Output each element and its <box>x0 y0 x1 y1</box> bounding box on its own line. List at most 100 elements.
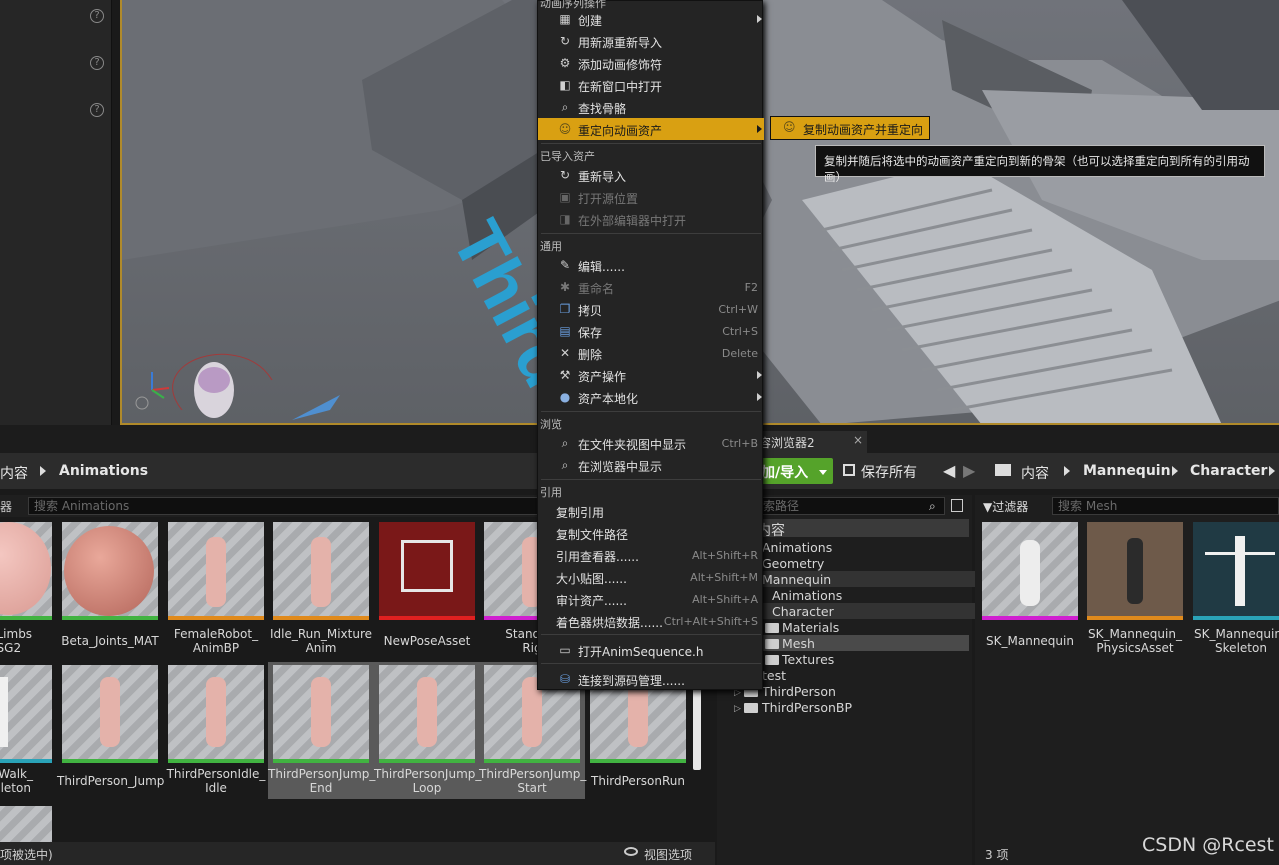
right-toolbar: 加/导入 保存所有 ◀ ▶ 内容 Mannequin Character <box>717 453 1279 489</box>
asset-thumbnail[interactable] <box>168 665 264 763</box>
asset-thumbnail[interactable] <box>168 522 264 620</box>
tree-item[interactable]: Geometry <box>762 556 824 571</box>
tree-item[interactable]: Materials <box>782 620 839 635</box>
menu-item-open-external-editor[interactable]: ◨ 在外部编辑器中打开 <box>538 208 764 230</box>
breadcrumb-arrow-icon[interactable] <box>1172 466 1178 476</box>
menu-item-find-skeleton[interactable]: ⌕ 查找骨骼 <box>538 96 764 118</box>
asset-thumbnail[interactable] <box>379 665 475 763</box>
search-input[interactable]: 搜索 Animations <box>28 497 548 515</box>
menu-item-reference-viewer[interactable]: 引用查看器...... Alt+Shift+R <box>538 544 764 566</box>
save-all-button[interactable]: 保存所有 <box>841 459 931 483</box>
menu-item-rename[interactable]: ✱ 重命名 F2 <box>538 276 764 298</box>
code-icon: ▭ <box>559 643 571 657</box>
asset-label: ThirdPersonRun <box>591 774 685 788</box>
asset-thumbnail[interactable] <box>0 806 52 842</box>
menu-item-reimport-new-source[interactable]: ↻ 用新源重新导入 <box>538 30 764 52</box>
breadcrumb-arrow-icon[interactable] <box>40 466 46 476</box>
tree-item[interactable]: Character <box>772 604 834 619</box>
close-icon[interactable]: × <box>853 433 863 447</box>
breadcrumb-content[interactable]: 内容 <box>0 463 28 483</box>
folder-icon <box>744 703 758 713</box>
menu-item-asset-localization[interactable]: ● 资产本地化 <box>538 386 764 408</box>
asset-label: ng_Walk_Skeleton <box>0 767 33 795</box>
menu-item-size-map[interactable]: 大小贴图...... Alt+Shift+M <box>538 566 764 588</box>
menu-item-save[interactable]: ▤ 保存 Ctrl+S <box>538 320 764 342</box>
help-icon[interactable]: ? <box>90 103 104 117</box>
tooltip: 复制并随后将选中的动画资产重定向到新的骨架（也可以选择重定向到所有的引用动画） <box>815 145 1265 184</box>
menu-item-show-in-browser[interactable]: ⌕ 在浏览器中显示 <box>538 454 764 476</box>
breadcrumb-character[interactable]: Character <box>1190 463 1267 479</box>
tree-item[interactable]: Animations <box>762 540 832 555</box>
tree-item[interactable]: ThirdPerson <box>762 684 836 699</box>
section-label: 已导入资产 <box>540 150 595 163</box>
edit-icon: ✎ <box>559 258 571 272</box>
retarget-icon: ☺ <box>558 122 572 136</box>
asset-thumbnail[interactable] <box>0 522 52 620</box>
asset-thumbnail[interactable] <box>273 522 369 620</box>
menu-item-audit-assets[interactable]: 审计资产...... Alt+Shift+A <box>538 588 764 610</box>
menu-item-add-modifier[interactable]: ⚙ 添加动画修饰符 <box>538 52 764 74</box>
breadcrumb-mannequin[interactable]: Mannequin <box>1083 463 1171 479</box>
menu-item-source-control[interactable]: ⛁ 连接到源码管理...... <box>538 668 764 690</box>
retarget-icon: ☺ <box>783 120 796 134</box>
asset-thumbnail[interactable] <box>379 522 475 620</box>
asset-thumbnail[interactable] <box>62 522 158 620</box>
breadcrumb-arrow-icon[interactable] <box>1064 466 1070 476</box>
menu-item-show-in-folder-view[interactable]: ⌕ 在文件夹视图中显示 Ctrl+B <box>538 432 764 454</box>
menu-item-edit[interactable]: ✎ 编辑...... <box>538 254 764 276</box>
menu-item-copy-reference[interactable]: 复制引用 <box>538 500 764 522</box>
menu-item-retarget-anim-assets[interactable]: ☺ 重定向动画资产 <box>538 118 764 140</box>
add-import-button[interactable]: 加/导入 <box>757 458 833 484</box>
section-label: 浏览 <box>540 418 562 431</box>
menu-item-open-header[interactable]: ▭ 打开AnimSequence.h <box>538 639 764 661</box>
mesh-search-input[interactable]: 搜索 Mesh <box>1052 497 1279 515</box>
details-panel: ? ? ? <box>0 0 112 425</box>
tree-item[interactable]: Textures <box>782 652 834 667</box>
menu-item-duplicate[interactable]: ❐ 拷贝 Ctrl+W <box>538 298 764 320</box>
window-icon: ◧ <box>559 78 571 92</box>
menu-item-copy-file-path[interactable]: 复制文件路径 <box>538 522 764 544</box>
asset-thumbnail[interactable] <box>62 665 158 763</box>
back-arrow-icon[interactable]: ◀ <box>943 461 955 480</box>
help-icon[interactable]: ? <box>90 9 104 23</box>
tree-item[interactable]: test <box>762 668 786 683</box>
menu-item-open-new-window[interactable]: ◧ 在新窗口中打开 <box>538 74 764 96</box>
menu-item-reimport[interactable]: ↻ 重新导入 <box>538 164 764 186</box>
view-options-button[interactable]: 视图选项 <box>644 846 692 863</box>
menu-item-create[interactable]: ▦ 创建 <box>538 8 764 30</box>
tree-item[interactable]: Mesh <box>782 636 815 651</box>
section-label: 引用 <box>540 486 562 499</box>
tree-item[interactable]: ThirdPersonBP <box>762 700 852 715</box>
context-menu: 动画序列操作 ▦ 创建 ↻ 用新源重新导入 ⚙ 添加动画修饰符 ◧ 在新窗口中打开 ⌕ 查… <box>537 0 764 690</box>
path-search-input[interactable]: 索路径 <box>757 497 945 515</box>
list-icon[interactable] <box>951 499 963 512</box>
menu-item-delete[interactable]: ✕ 删除 Delete <box>538 342 764 364</box>
breadcrumb-animations[interactable]: Animations <box>59 463 148 479</box>
asset-thumbnail[interactable] <box>1193 522 1279 620</box>
tree-item[interactable]: Mannequin <box>762 572 831 587</box>
filter-button[interactable]: 器 <box>0 498 12 515</box>
modifier-icon: ⚙ <box>559 56 571 70</box>
menu-item-open-source-location[interactable]: ▣ 打开源位置 <box>538 186 764 208</box>
source-control-icon: ⛁ <box>559 672 571 686</box>
item-count: 3 项 <box>985 848 1009 862</box>
asset-thumbnail[interactable] <box>982 522 1078 620</box>
forward-arrow-icon[interactable]: ▶ <box>963 461 975 480</box>
menu-item-shader-cook-data[interactable]: 着色器烘焙数据...... Ctrl+Alt+Shift+S <box>538 610 764 632</box>
breadcrumb-arrow-icon[interactable] <box>1269 466 1275 476</box>
tab-content-browser-2[interactable]: 容浏览器2 × <box>755 431 867 453</box>
asset-thumbnail[interactable] <box>273 665 369 763</box>
asset-thumbnail[interactable] <box>1087 522 1183 620</box>
save-icon <box>843 464 855 476</box>
reimport-icon: ↻ <box>559 34 571 48</box>
submenu-duplicate-and-retarget[interactable]: ☺ 复制动画资产并重定向 <box>770 116 930 140</box>
asset-thumbnail[interactable] <box>0 665 52 763</box>
tree-item[interactable]: Animations <box>772 588 842 603</box>
folder-icon <box>765 655 779 665</box>
filter-button[interactable]: ▼过滤器 <box>983 498 1028 515</box>
folder-icon <box>765 639 779 649</box>
breadcrumb-content[interactable]: 内容 <box>1021 463 1049 483</box>
expand-arrow-icon[interactable]: ▷ <box>734 704 741 714</box>
menu-item-asset-actions[interactable]: ⚒ 资产操作 <box>538 364 764 386</box>
help-icon[interactable]: ? <box>90 56 104 70</box>
